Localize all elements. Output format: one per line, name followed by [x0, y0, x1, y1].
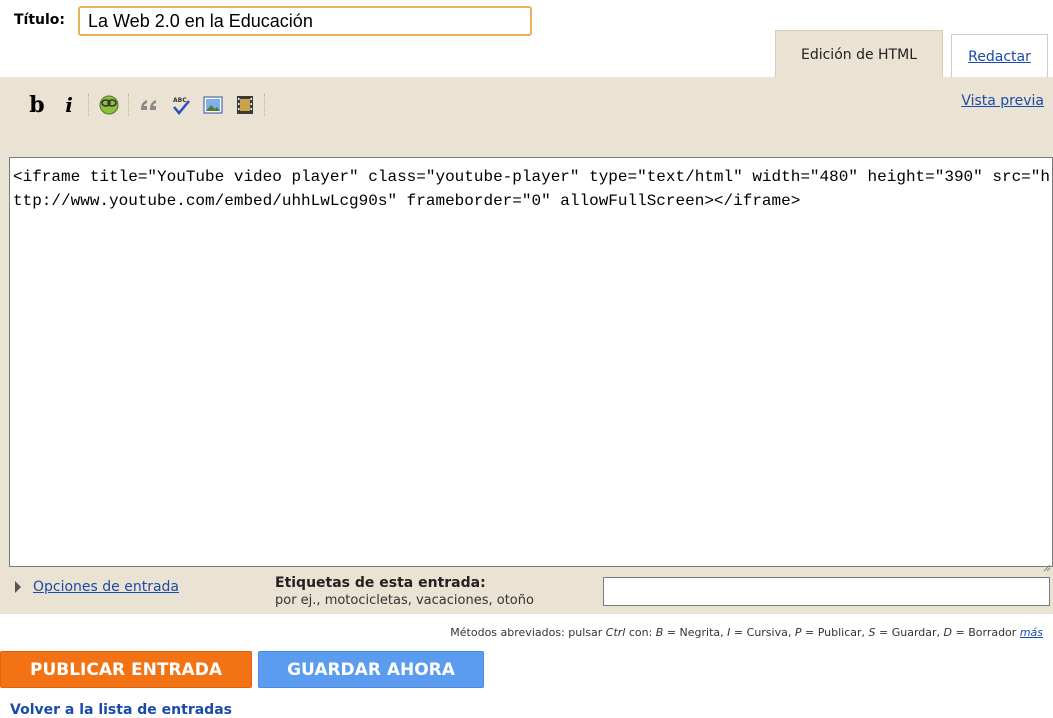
- save-button[interactable]: GUARDAR AHORA: [258, 651, 484, 688]
- toolbar-separator: [128, 94, 130, 116]
- tab-compose[interactable]: Redactar: [951, 34, 1048, 78]
- editor-toolbar: b i ABC: [24, 92, 272, 118]
- resize-grip-icon[interactable]: [1043, 557, 1051, 572]
- title-label: Título:: [14, 12, 66, 28]
- bold-button[interactable]: b: [24, 92, 50, 118]
- quote-icon[interactable]: [136, 93, 162, 117]
- toolbar-separator: [264, 94, 266, 116]
- svg-text:ABC: ABC: [173, 97, 187, 104]
- labels-hint: por ej., motocicletas, vacaciones, otoño: [275, 593, 534, 608]
- spellcheck-icon[interactable]: ABC: [168, 93, 194, 117]
- shortcuts-hint: Métodos abreviados: pulsar Ctrl con: B =…: [450, 626, 1043, 639]
- title-input[interactable]: [78, 6, 532, 36]
- expand-triangle-icon: [15, 581, 21, 593]
- back-to-posts-link[interactable]: Volver a la lista de entradas: [10, 702, 232, 718]
- image-icon[interactable]: [200, 93, 226, 117]
- more-shortcuts-link[interactable]: más: [1020, 626, 1043, 639]
- post-options-toggle[interactable]: Opciones de entrada: [15, 579, 179, 595]
- html-editor-textarea[interactable]: <iframe title="YouTube video player" cla…: [9, 157, 1053, 567]
- publish-button[interactable]: PUBLICAR ENTRADA: [0, 651, 252, 688]
- tab-html-edit[interactable]: Edición de HTML: [775, 30, 943, 78]
- toolbar-separator: [88, 94, 90, 116]
- italic-button[interactable]: i: [56, 93, 82, 117]
- link-icon[interactable]: [96, 93, 122, 117]
- preview-link[interactable]: Vista previa: [961, 93, 1044, 109]
- labels-title: Etiquetas de esta entrada:: [275, 575, 486, 591]
- video-icon[interactable]: [232, 93, 258, 117]
- post-options-link[interactable]: Opciones de entrada: [33, 579, 179, 595]
- labels-input[interactable]: [603, 577, 1050, 606]
